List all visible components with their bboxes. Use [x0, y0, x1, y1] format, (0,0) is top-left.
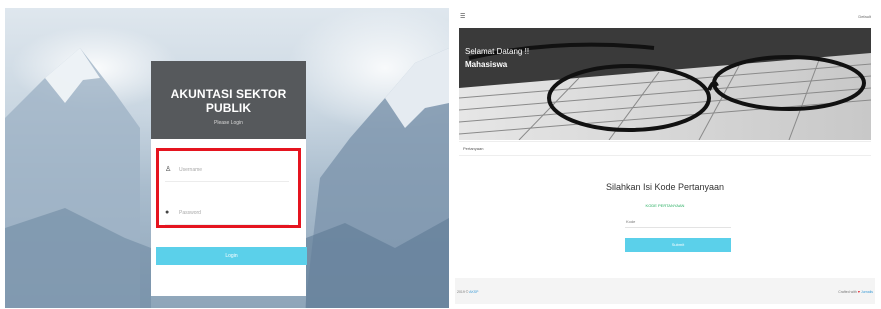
footer-credit: Crafted with ♥ Jurnalis	[838, 290, 873, 294]
login-button[interactable]: Login	[156, 247, 307, 265]
login-page: AKUNTASI SEKTOR PUBLIK Please Login ♙ Us…	[5, 8, 449, 308]
login-title: AKUNTASI SEKTOR PUBLIK	[170, 87, 287, 115]
footer-copyright-text: 2019 ©	[457, 290, 469, 294]
code-label: KODE PERTANYAAN	[645, 203, 685, 208]
question-code-input[interactable]	[625, 216, 731, 228]
hero-greeting: Selamat Datang !!	[465, 47, 530, 56]
submit-button[interactable]: Submit	[625, 238, 731, 252]
heart-icon: ♥	[857, 290, 860, 294]
footer-author-link[interactable]: Jurnalis	[861, 290, 873, 294]
footer-copyright: 2019 © AKSP	[457, 290, 478, 294]
footer-credit-text: Crafted with	[838, 290, 857, 294]
red-highlight-box	[156, 148, 301, 228]
section-label: Pertanyaan	[463, 146, 484, 151]
question-card: Pertanyaan Silahkan Isi Kode Pertanyaan …	[459, 141, 871, 273]
login-subtitle: Please Login	[214, 120, 243, 126]
screenshot-composite: AKUNTASI SEKTOR PUBLIK Please Login ♙ Us…	[0, 0, 881, 309]
card-divider	[459, 155, 871, 156]
card-title: Silahkan Isi Kode Pertanyaan	[605, 182, 725, 192]
user-menu-link[interactable]: Default	[858, 14, 871, 19]
footer: 2019 © AKSP Crafted with ♥ Jurnalis	[455, 278, 875, 304]
top-bar: ☰ Default	[455, 8, 875, 26]
hero-spreadsheet-image	[459, 28, 871, 140]
hero-role: Mahasiswa	[465, 60, 508, 69]
login-header: AKUNTASI SEKTOR PUBLIK Please Login	[151, 61, 306, 139]
footer-brand-link[interactable]: AKSP	[469, 290, 478, 294]
dashboard-page: ☰ Default Selamat Datang !! Mahasiswa Pe…	[455, 8, 875, 304]
hamburger-icon[interactable]: ☰	[460, 13, 465, 20]
hero-banner: Selamat Datang !! Mahasiswa	[459, 28, 871, 140]
